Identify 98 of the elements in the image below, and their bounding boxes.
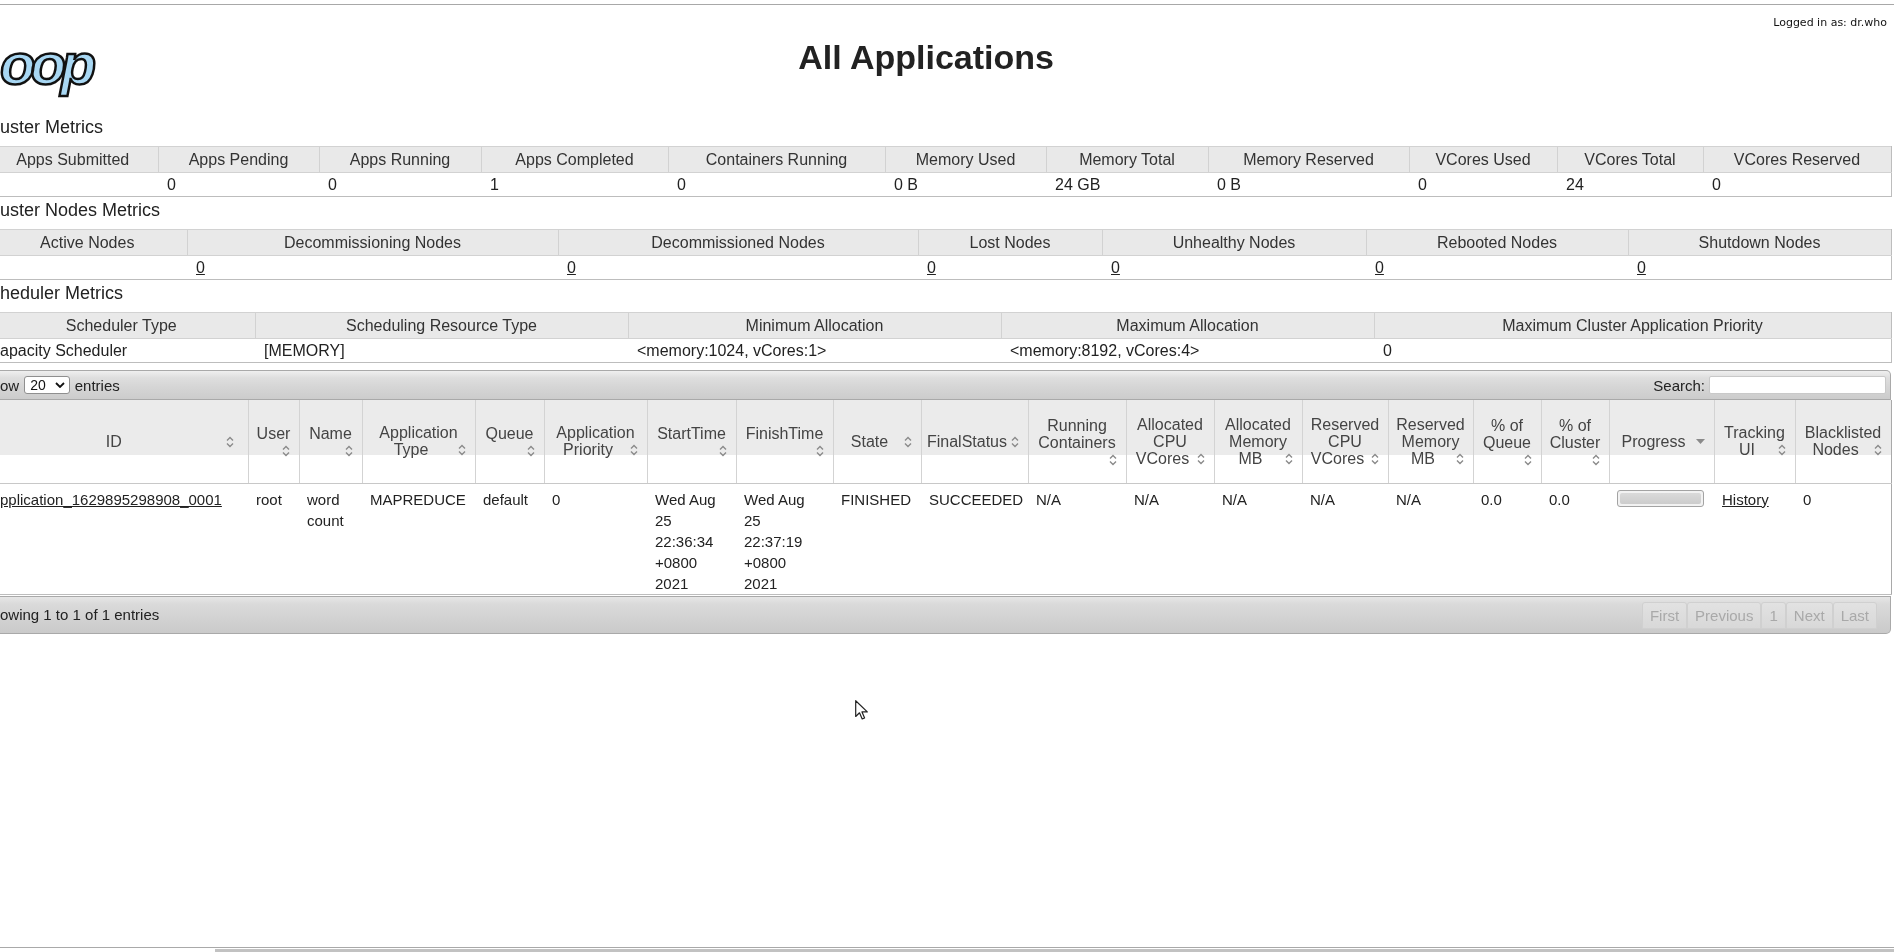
column-header: Apps Pending: [158, 146, 319, 173]
column-header: VCores Used: [1409, 146, 1557, 173]
column-header: Active Nodes: [0, 229, 187, 256]
entries-select[interactable]: 20: [24, 376, 70, 394]
table-cell: 0: [1795, 483, 1891, 594]
table-cell: apacity Scheduler: [0, 338, 255, 363]
column-header: Unhealthy Nodes: [1102, 229, 1366, 256]
table-cell: Wed Aug 25 22:36:34 +0800 2021: [647, 483, 736, 594]
table-cell: 0: [668, 172, 885, 197]
table-cell: 0: [1409, 172, 1557, 197]
length-label: ow: [0, 376, 20, 394]
table-cell: <memory:1024, vCores:1>: [628, 338, 1001, 363]
column-header: Decommissioning Nodes: [187, 229, 558, 256]
column-header: VCores Reserved: [1703, 146, 1891, 173]
table-cell: FINISHED: [833, 483, 921, 594]
section-title: uster Metrics: [0, 116, 105, 139]
column-header[interactable]: FinishTime: [736, 400, 833, 483]
section-title: heduler Metrics: [0, 282, 125, 305]
table-cell: default: [475, 483, 544, 594]
table-cell: 1: [481, 172, 668, 197]
column-header: Memory Total: [1046, 146, 1208, 173]
column-header: Apps Submitted: [0, 146, 158, 173]
column-header[interactable]: Name: [299, 400, 362, 483]
table-cell: N/A: [1388, 483, 1473, 594]
column-header[interactable]: Queue: [475, 400, 544, 483]
metric-link[interactable]: 0: [196, 258, 205, 276]
column-header: Decommissioned Nodes: [558, 229, 918, 256]
table-cell: SUCCEEDED: [921, 483, 1028, 594]
column-header[interactable]: ID: [0, 400, 248, 483]
column-header: Scheduling Resource Type: [255, 312, 628, 339]
column-header: VCores Total: [1557, 146, 1703, 173]
tracking-link[interactable]: History: [1722, 490, 1769, 508]
column-header[interactable]: Reserved Memory MB: [1388, 400, 1473, 483]
table-cell: [MEMORY]: [255, 338, 628, 363]
page-title: All Applications: [797, 37, 1055, 77]
metric-link[interactable]: 0: [1111, 258, 1120, 276]
table-cell: 0.0: [1473, 483, 1541, 594]
entries-info: owing 1 to 1 of 1 entries: [0, 606, 160, 623]
column-header[interactable]: Running Containers: [1028, 400, 1126, 483]
search-label: Search:: [1653, 376, 1705, 394]
column-header: Scheduler Type: [0, 312, 255, 339]
column-header: Shutdown Nodes: [1628, 229, 1891, 256]
table-cell: 0: [1703, 172, 1891, 197]
column-header[interactable]: Progress: [1609, 400, 1714, 483]
table-cell: 0 B: [885, 172, 1046, 197]
mouse-pointer-icon: [855, 700, 868, 720]
column-header[interactable]: FinalStatus: [921, 400, 1028, 483]
section-title: uster Nodes Metrics: [0, 199, 162, 222]
table-cell: <memory:8192, vCores:4>: [1001, 338, 1374, 363]
column-header: Rebooted Nodes: [1366, 229, 1628, 256]
column-header[interactable]: Blacklisted Nodes: [1795, 400, 1891, 483]
column-header: Minimum Allocation: [628, 312, 1001, 339]
metric-link[interactable]: 0: [927, 258, 936, 276]
chevron-down-icon: [54, 382, 65, 388]
table-cell: 0: [1374, 338, 1891, 363]
logo: oop: [0, 31, 93, 97]
column-header[interactable]: Allocated CPU VCores: [1126, 400, 1214, 483]
login-status: Logged in as: dr.who: [1773, 16, 1887, 29]
table-cell: 0: [319, 172, 481, 197]
scrollbar-thumb[interactable]: [215, 949, 1894, 952]
column-header: Apps Completed: [481, 146, 668, 173]
column-header[interactable]: % of Queue: [1473, 400, 1541, 483]
column-header: Memory Reserved: [1208, 146, 1409, 173]
application-link[interactable]: pplication_1629895298908_0001: [0, 490, 222, 508]
column-header[interactable]: Allocated Memory MB: [1214, 400, 1302, 483]
table-cell: 0.0: [1541, 483, 1609, 594]
table-cell: N/A: [1126, 483, 1214, 594]
column-header[interactable]: StartTime: [647, 400, 736, 483]
table-cell: N/A: [1214, 483, 1302, 594]
column-header[interactable]: State: [833, 400, 921, 483]
column-header: Apps Running: [319, 146, 481, 173]
column-header: Containers Running: [668, 146, 885, 173]
table-cell: 24 GB: [1046, 172, 1208, 197]
table-cell: 0: [544, 483, 647, 594]
metric-link[interactable]: 0: [567, 258, 576, 276]
table-cell: 0: [158, 172, 319, 197]
column-header: Memory Used: [885, 146, 1046, 173]
column-header: Lost Nodes: [918, 229, 1102, 256]
length-label: entries: [74, 376, 120, 394]
column-header[interactable]: User: [248, 400, 299, 483]
metric-link[interactable]: 0: [1637, 258, 1646, 276]
column-header[interactable]: Application Type: [362, 400, 475, 483]
search-field[interactable]: [1709, 376, 1886, 394]
table-cell: Wed Aug 25 22:37:19 +0800 2021: [736, 483, 833, 594]
table-cell: root: [248, 483, 299, 594]
table-cell: N/A: [1028, 483, 1126, 594]
column-header[interactable]: % of Cluster: [1541, 400, 1609, 483]
column-header[interactable]: Reserved CPU VCores: [1302, 400, 1388, 483]
column-header[interactable]: Tracking UI: [1714, 400, 1795, 483]
column-header: Maximum Cluster Application Priority: [1374, 312, 1891, 339]
table-cell: N/A: [1302, 483, 1388, 594]
table-cell: 0 B: [1208, 172, 1409, 197]
table-cell: word count: [299, 483, 362, 594]
table-cell: MAPREDUCE: [362, 483, 475, 594]
metric-link[interactable]: 0: [1375, 258, 1384, 276]
table-cell: 24: [1557, 172, 1703, 197]
column-header: Maximum Allocation: [1001, 312, 1374, 339]
column-header[interactable]: Application Priority: [544, 400, 647, 483]
